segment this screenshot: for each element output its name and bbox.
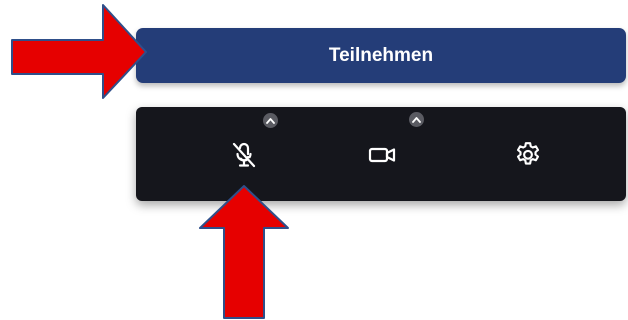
stage: Teilnehmen	[0, 0, 628, 320]
microphone-muted-icon	[232, 142, 256, 168]
join-button[interactable]: Teilnehmen	[136, 28, 626, 83]
chevron-up-icon	[412, 117, 421, 123]
arrow-to-join-button	[11, 4, 147, 99]
mic-options-chevron[interactable]	[263, 113, 278, 128]
camera-toggle[interactable]	[362, 135, 402, 175]
chevron-up-icon	[266, 118, 275, 124]
camera-options-chevron[interactable]	[409, 112, 424, 127]
video-camera-icon	[368, 147, 396, 163]
arrow-to-microphone-toggle	[199, 185, 289, 319]
call-control-bar	[136, 107, 626, 201]
settings-gear-icon	[516, 142, 540, 165]
settings-button[interactable]	[508, 135, 548, 175]
microphone-toggle[interactable]	[224, 135, 264, 175]
